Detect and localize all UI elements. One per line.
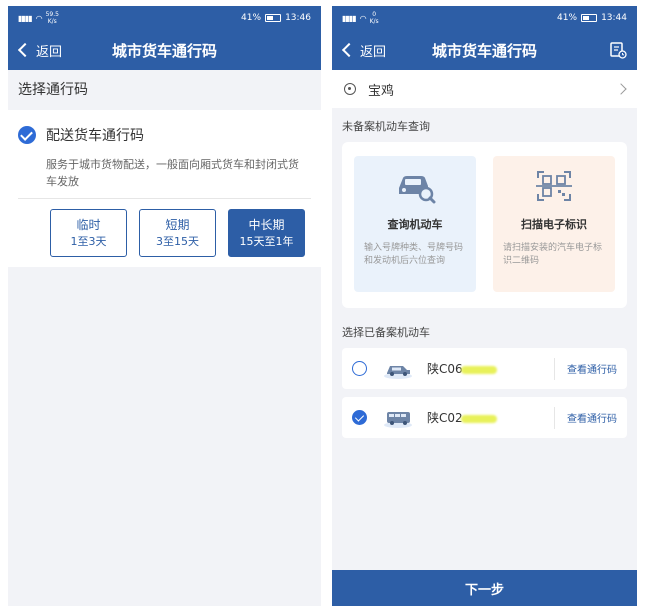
- van-icon: [384, 411, 412, 428]
- car-search-icon: [399, 176, 436, 204]
- plate-redaction: [460, 365, 497, 374]
- back-button[interactable]: 返回: [340, 30, 386, 70]
- vehicle-radio-checked[interactable]: [352, 410, 367, 425]
- battery-level: 41%: [557, 13, 578, 23]
- pass-option-card: 配送货车通行码 服务于城市货物配送，一般面向厢式货车和封闭式货车发放 临时 1至…: [8, 110, 321, 267]
- period-button-short[interactable]: 短期 3至15天: [139, 209, 216, 257]
- wifi-icon: ◠: [359, 13, 367, 23]
- nav-bar: 返回 城市货车通行码: [332, 30, 637, 70]
- location-name: 宝鸡: [368, 83, 395, 99]
- back-label: 返回: [36, 44, 63, 60]
- section-title: 选择通行码: [8, 70, 321, 110]
- network-speed: 0 K/s: [369, 11, 379, 25]
- battery-level: 41%: [241, 13, 262, 23]
- screen-vehicle-select: ▮▮▮▮ ◠ 0 K/s 41% 13:44 返回 城市货车通行码 宝鸡 未备案…: [332, 6, 637, 606]
- period-button-long[interactable]: 中长期 15天至1年: [228, 209, 305, 257]
- option-label: 配送货车通行码: [46, 128, 144, 144]
- status-bar: ▮▮▮▮ ◠ 0 K/s 41% 13:44: [332, 6, 637, 30]
- vehicle-plate: 陕C06: [427, 360, 554, 377]
- period-options: 临时 1至3天 短期 3至15天 中长期 15天至1年: [18, 199, 311, 257]
- clock: 13:44: [601, 13, 627, 23]
- qr-scan-icon: [536, 171, 572, 201]
- period-name: 中长期: [248, 217, 285, 232]
- chevron-left-icon: [17, 42, 33, 58]
- period-name: 短期: [165, 217, 190, 232]
- check-circle-icon: [18, 126, 36, 144]
- signal-icon: ▮▮▮▮: [18, 13, 33, 23]
- network-speed: 59.5 K/s: [45, 11, 59, 25]
- period-name: 临时: [76, 217, 101, 232]
- clock: 13:46: [285, 13, 311, 23]
- period-button-temporary[interactable]: 临时 1至3天: [50, 209, 127, 257]
- nav-bar: 返回 城市货车通行码: [8, 30, 321, 70]
- wifi-icon: ◠: [35, 13, 43, 23]
- vehicle-row[interactable]: 陕C02 查看通行码: [342, 397, 627, 438]
- query-vehicle-title: 查询机动车: [387, 218, 443, 231]
- plate-redaction: [460, 414, 497, 423]
- vehicle-plate: 陕C02: [427, 409, 554, 426]
- view-pass-link[interactable]: 查看通行码: [567, 410, 617, 425]
- page-title: 城市货车通行码: [431, 41, 537, 60]
- chevron-left-icon: [341, 42, 357, 58]
- battery-icon: [265, 14, 282, 22]
- chevron-right-icon: [615, 83, 627, 95]
- back-label: 返回: [360, 44, 387, 60]
- scan-tag-desc: 请扫描安装的汽车电子标识二维码: [503, 243, 603, 266]
- page-title: 城市货车通行码: [111, 41, 217, 60]
- records-icon[interactable]: [609, 41, 627, 59]
- vehicle-row[interactable]: 陕C06 查看通行码: [342, 348, 627, 389]
- period-range: 3至15天: [156, 234, 199, 248]
- query-vehicle-button[interactable]: 查询机动车 输入号牌种类、号牌号码和发动机后六位查询: [354, 156, 476, 292]
- signal-icon: ▮▮▮▮: [342, 13, 357, 23]
- view-pass-link[interactable]: 查看通行码: [567, 361, 617, 376]
- option-description: 服务于城市货物配送，一般面向厢式货车和封闭式货车发放: [18, 148, 311, 199]
- screen-period-select: ▮▮▮▮ ◠ 59.5 K/s 41% 13:46 返回 城市货车通行码 选择通…: [8, 6, 321, 606]
- period-range: 1至3天: [70, 234, 107, 248]
- registered-section-title: 选择已备案机动车: [342, 326, 430, 339]
- unregistered-query-card: 查询机动车 输入号牌种类、号牌号码和发动机后六位查询 扫描电子标识 请扫描安装的…: [342, 142, 627, 308]
- truck-icon: [384, 365, 412, 379]
- next-step-button[interactable]: 下一步: [332, 570, 637, 606]
- scan-tag-button[interactable]: 扫描电子标识 请扫描安装的汽车电子标识二维码: [493, 156, 615, 292]
- status-bar: ▮▮▮▮ ◠ 59.5 K/s 41% 13:46: [8, 6, 321, 30]
- scan-tag-title: 扫描电子标识: [521, 218, 587, 231]
- location-selector[interactable]: 宝鸡: [332, 70, 637, 108]
- period-range: 15天至1年: [239, 234, 294, 248]
- back-button[interactable]: 返回: [16, 30, 62, 70]
- vehicle-radio[interactable]: [352, 361, 367, 376]
- query-vehicle-desc: 输入号牌种类、号牌号码和发动机后六位查询: [364, 243, 464, 266]
- pass-option-delivery[interactable]: 配送货车通行码: [18, 122, 311, 148]
- battery-icon: [581, 14, 598, 22]
- unregistered-section-title: 未备案机动车查询: [342, 120, 430, 133]
- location-icon: [344, 83, 356, 95]
